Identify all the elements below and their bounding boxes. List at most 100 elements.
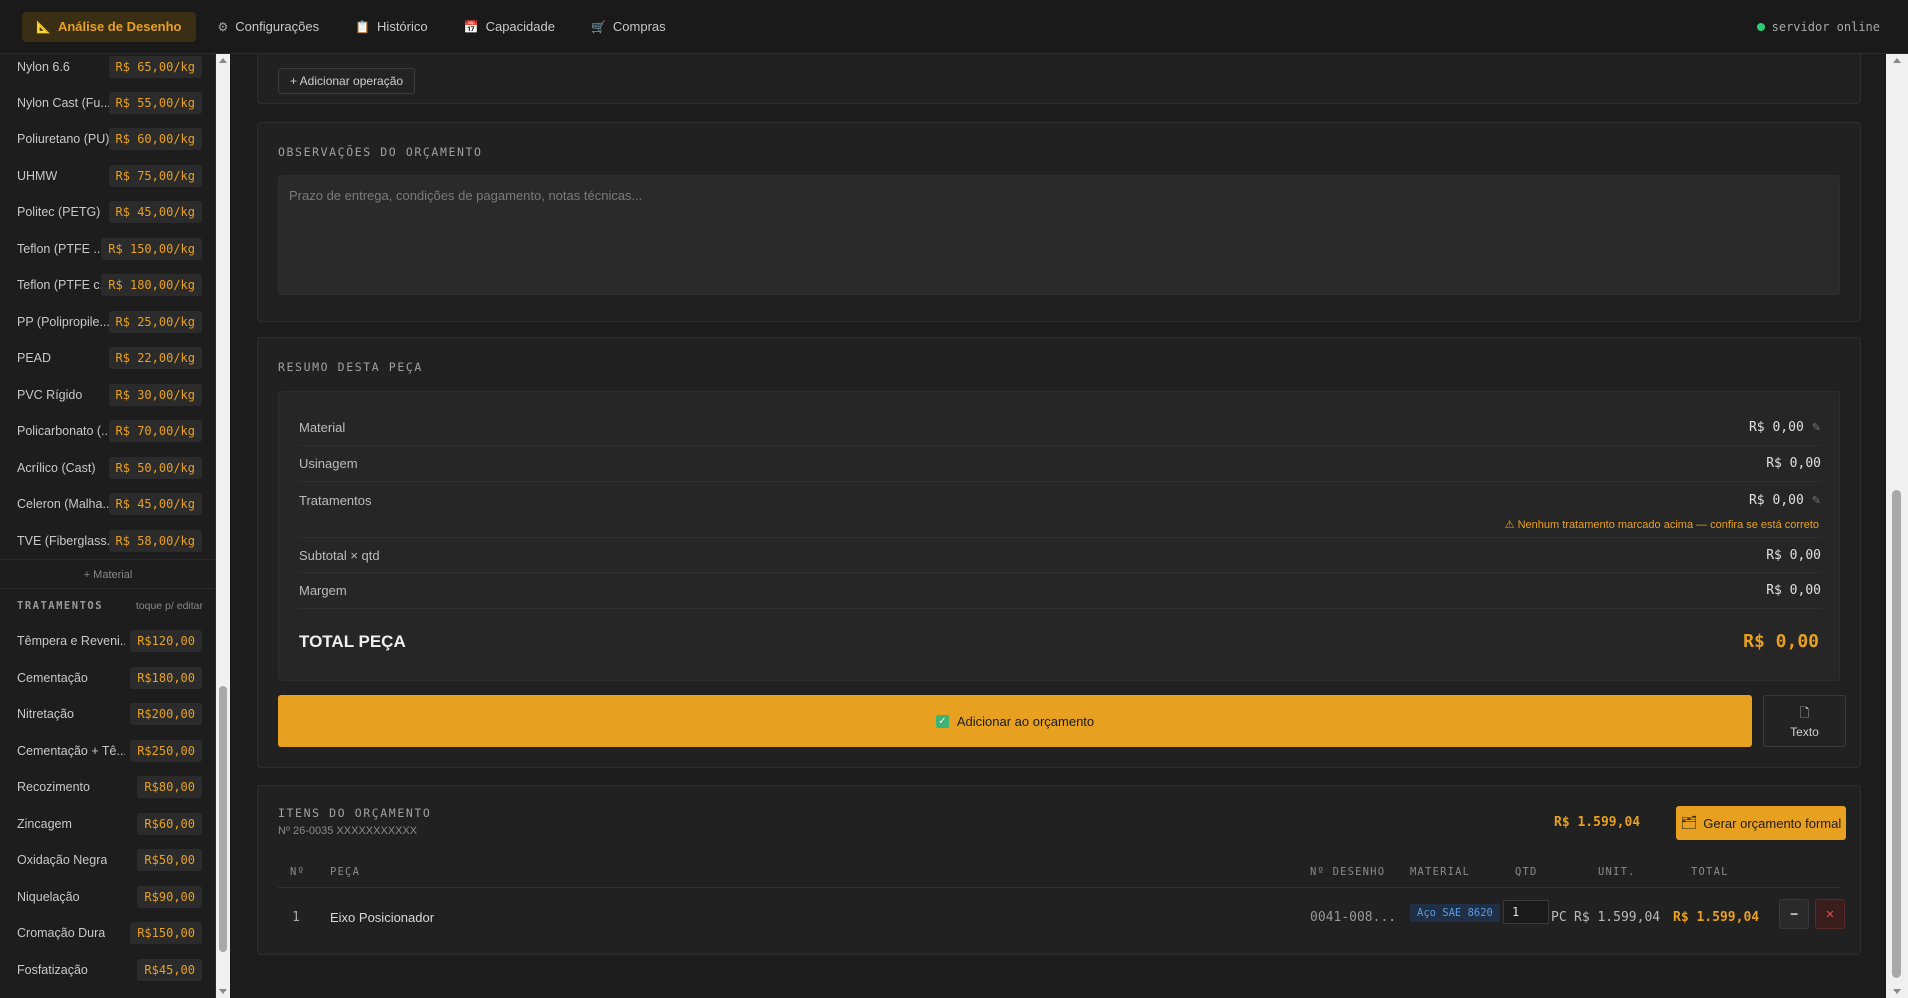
gear-icon: ⚙ bbox=[217, 19, 229, 34]
treatment-item[interactable]: Cementação R$180,00 bbox=[0, 663, 215, 693]
treatment-item[interactable]: Fosfatização R$45,00 bbox=[0, 955, 215, 985]
material-item[interactable]: TVE (Fiberglass... R$ 58,00/kg bbox=[0, 526, 215, 556]
treatment-name: Fosfatização bbox=[17, 963, 88, 977]
material-item[interactable]: Politec (PETG) R$ 45,00/kg bbox=[0, 197, 215, 227]
material-price[interactable]: R$ 180,00/kg bbox=[101, 274, 202, 296]
material-name: Politec (PETG) bbox=[17, 205, 101, 219]
material-item[interactable]: Celeron (Malha... R$ 45,00/kg bbox=[0, 489, 215, 519]
material-item[interactable]: PEAD R$ 22,00/kg bbox=[0, 343, 215, 373]
treatment-price[interactable]: R$50,00 bbox=[137, 849, 202, 871]
material-name: Celeron (Malha... bbox=[17, 497, 109, 511]
treatment-item[interactable]: Cementação + Tê... R$250,00 bbox=[0, 736, 215, 766]
material-price[interactable]: R$ 50,00/kg bbox=[108, 457, 202, 479]
material-item[interactable]: PVC Rígido R$ 30,00/kg bbox=[0, 380, 215, 410]
treatment-name: Cementação + Tê... bbox=[17, 744, 125, 758]
material-item[interactable]: Nylon 6.6 R$ 65,00/kg bbox=[0, 54, 215, 82]
treatment-price[interactable]: R$80,00 bbox=[137, 776, 202, 798]
col-header-total: TOTAL bbox=[1691, 866, 1729, 878]
summary-panel: RESUMO DESTA PEÇA Material R$ 0,00 ✎ Usin… bbox=[257, 337, 1861, 768]
material-price[interactable]: R$ 75,00/kg bbox=[108, 165, 202, 187]
material-item[interactable]: Acrílico (Cast) R$ 50,00/kg bbox=[0, 453, 215, 483]
sidebar-scrollbar[interactable] bbox=[216, 54, 230, 998]
material-price[interactable]: R$ 60,00/kg bbox=[108, 128, 202, 150]
material-price[interactable]: R$ 150,00/kg bbox=[101, 238, 202, 260]
tab-compras[interactable]: 🛒 Compras bbox=[577, 12, 680, 42]
treatment-price[interactable]: R$250,00 bbox=[130, 740, 202, 762]
material-name: Nylon Cast (Fu... bbox=[17, 96, 109, 110]
material-item[interactable]: UHMW R$ 75,00/kg bbox=[0, 161, 215, 191]
treatment-price[interactable]: R$150,00 bbox=[130, 922, 202, 944]
material-item[interactable]: Teflon (PTFE c... R$ 180,00/kg bbox=[0, 270, 215, 300]
material-item[interactable]: PP (Polipropile... R$ 25,00/kg bbox=[0, 307, 215, 337]
tab-analise-desenho[interactable]: 📐 Análise de Desenho bbox=[22, 11, 196, 42]
item-material-badge: Aço SAE 8620 bbox=[1410, 904, 1500, 922]
treatment-price[interactable]: R$200,00 bbox=[130, 703, 202, 725]
pencil-icon[interactable]: ✎ bbox=[1812, 421, 1821, 434]
observations-textarea[interactable] bbox=[278, 175, 1840, 295]
scroll-up-icon[interactable] bbox=[1893, 58, 1901, 63]
material-price[interactable]: R$ 58,00/kg bbox=[108, 530, 202, 552]
observations-title: OBSERVAÇÕES DO ORÇAMENTO bbox=[278, 145, 483, 159]
treatment-item[interactable]: Cromação Dura R$150,00 bbox=[0, 918, 215, 948]
summary-value: R$ 0,00 ✎ bbox=[1749, 493, 1821, 508]
treatment-item[interactable]: Recozimento R$80,00 bbox=[0, 772, 215, 802]
material-price[interactable]: R$ 25,00/kg bbox=[108, 311, 202, 333]
material-item[interactable]: Poliuretano (PU) R$ 60,00/kg bbox=[0, 124, 215, 154]
pencil-icon[interactable]: ✎ bbox=[1812, 494, 1821, 507]
material-price[interactable]: R$ 30,00/kg bbox=[108, 384, 202, 406]
col-header-unit: UNIT. bbox=[1598, 866, 1636, 878]
add-material-button[interactable]: + Material bbox=[0, 559, 215, 589]
treatments-title: TRATAMENTOS bbox=[17, 600, 104, 612]
col-header-material: MATERIAL bbox=[1410, 866, 1471, 878]
treatment-price[interactable]: R$180,00 bbox=[130, 667, 202, 689]
treatment-item[interactable]: Niquelação R$90,00 bbox=[0, 882, 215, 912]
treatments-header: TRATAMENTOS toque p/ editar bbox=[17, 600, 203, 612]
summary-label: Subtotal × qtd bbox=[299, 547, 380, 563]
sidebar: Nylon 6.6 R$ 65,00/kg Nylon Cast (Fu... R$… bbox=[0, 54, 216, 998]
treatment-price[interactable]: R$60,00 bbox=[137, 813, 202, 835]
summary-label: Material bbox=[299, 420, 346, 435]
treatment-item[interactable]: Zincagem R$60,00 bbox=[0, 809, 215, 839]
add-to-quote-button[interactable]: ✓ Adicionar ao orçamento bbox=[278, 695, 1752, 747]
material-item[interactable]: Teflon (PTFE ... R$ 150,00/kg bbox=[0, 234, 215, 264]
summary-title: RESUMO DESTA PEÇA bbox=[278, 360, 423, 374]
col-header-qtd: QTD bbox=[1515, 866, 1538, 878]
material-name: Teflon (PTFE ... bbox=[17, 242, 102, 256]
treatment-price[interactable]: R$90,00 bbox=[137, 886, 202, 908]
material-price[interactable]: R$ 22,00/kg bbox=[108, 347, 202, 369]
treatment-price[interactable]: R$45,00 bbox=[137, 959, 202, 981]
treatment-name: Nitretação bbox=[17, 707, 74, 721]
text-button[interactable]: 🗋 Texto bbox=[1763, 695, 1846, 747]
material-item[interactable]: Nylon Cast (Fu... R$ 55,00/kg bbox=[0, 88, 215, 118]
value-text: R$ 0,00 bbox=[1748, 420, 1804, 435]
scroll-up-icon[interactable] bbox=[219, 58, 227, 63]
treatment-price[interactable]: R$120,00 bbox=[130, 630, 202, 652]
tab-label: Histórico bbox=[377, 19, 428, 34]
treatment-item[interactable]: Oxidação Negra R$50,00 bbox=[0, 845, 215, 875]
treatment-item[interactable]: Têmpera e Reveni... R$120,00 bbox=[0, 626, 215, 656]
tab-historico[interactable]: 📋 Histórico bbox=[341, 12, 442, 42]
generate-formal-quote-button[interactable]: 🗂 Gerar orçamento formal bbox=[1676, 806, 1846, 840]
edit-item-button[interactable]: ━ bbox=[1779, 899, 1809, 929]
material-price[interactable]: R$ 55,00/kg bbox=[108, 92, 202, 114]
tab-capacidade[interactable]: 📅 Capacidade bbox=[450, 12, 569, 42]
material-price[interactable]: R$ 70,00/kg bbox=[108, 420, 202, 442]
tab-configuracoes[interactable]: ⚙ Configurações bbox=[204, 12, 334, 42]
treatment-item[interactable]: Nitretação R$200,00 bbox=[0, 699, 215, 729]
scroll-down-icon[interactable] bbox=[219, 989, 227, 994]
summary-row-subtotal: Subtotal × qtd R$ 0,00 bbox=[299, 537, 1821, 573]
material-item[interactable]: Policarbonato (... R$ 70,00/kg bbox=[0, 416, 215, 446]
item-quantity-input[interactable] bbox=[1503, 900, 1549, 924]
main-scroll-thumb[interactable] bbox=[1892, 490, 1901, 978]
delete-item-button[interactable]: ✕ bbox=[1815, 899, 1845, 929]
material-name: Teflon (PTFE c... bbox=[17, 278, 102, 292]
material-price[interactable]: R$ 65,00/kg bbox=[108, 56, 202, 78]
add-operation-button[interactable]: + Adicionar operação bbox=[278, 68, 416, 94]
cart-icon: 🛒 bbox=[590, 19, 606, 34]
col-header-n: Nº bbox=[290, 866, 306, 878]
sidebar-scroll-thumb[interactable] bbox=[219, 686, 227, 952]
material-price[interactable]: R$ 45,00/kg bbox=[108, 201, 202, 223]
scroll-down-icon[interactable] bbox=[1893, 989, 1901, 994]
main-scrollbar[interactable] bbox=[1886, 54, 1908, 998]
material-price[interactable]: R$ 45,00/kg bbox=[108, 493, 202, 515]
